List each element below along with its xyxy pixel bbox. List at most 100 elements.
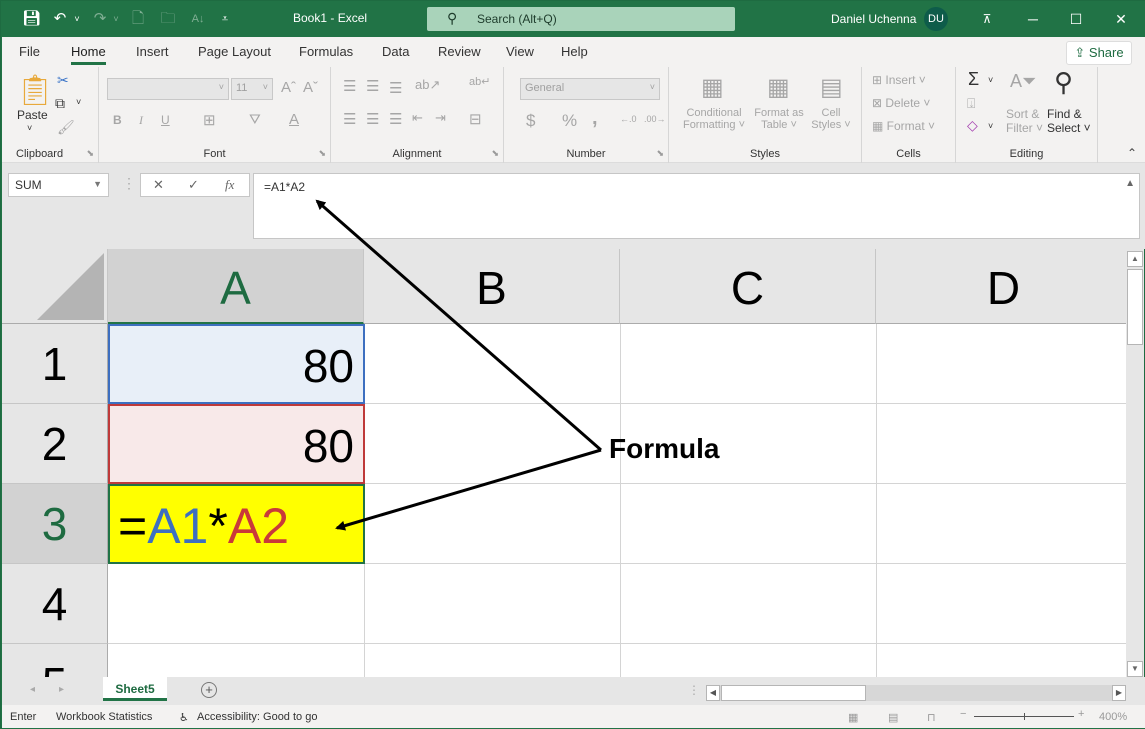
- tab-formulas[interactable]: Formulas: [299, 44, 353, 59]
- vertical-scrollbar[interactable]: ▲ ▼: [1126, 249, 1144, 677]
- font-launcher-icon[interactable]: ⬊: [318, 148, 326, 159]
- sort-filter-icon[interactable]: A⏷: [1010, 71, 1036, 92]
- zoom-level[interactable]: 400%: [1099, 711, 1127, 723]
- wrap-text-icon[interactable]: ab↵: [469, 75, 490, 88]
- cell-b4[interactable]: [365, 564, 621, 644]
- cell-a2[interactable]: 80: [108, 404, 365, 484]
- open-folder-icon[interactable]: 🗀︎: [159, 10, 177, 28]
- next-sheet-icon[interactable]: ▸: [59, 684, 64, 695]
- format-as-table-icon[interactable]: ▦: [767, 73, 790, 102]
- alignment-launcher-icon[interactable]: ⬊: [491, 148, 499, 159]
- zoom-slider[interactable]: [974, 713, 1074, 720]
- column-header-c[interactable]: C: [620, 249, 876, 324]
- cell-c1[interactable]: [621, 324, 877, 404]
- cell-b1[interactable]: [365, 324, 621, 404]
- paste-icon[interactable]: 📋︎: [16, 73, 54, 108]
- format-painter-icon[interactable]: 🖌︎: [57, 119, 75, 136]
- underline-button[interactable]: U: [161, 113, 170, 127]
- align-right-icon[interactable]: ☰: [389, 110, 402, 128]
- fill-icon[interactable]: ⍗: [967, 95, 975, 112]
- zoom-out-icon[interactable]: −: [960, 708, 966, 720]
- increase-font-icon[interactable]: Aˆ: [281, 79, 296, 96]
- cell-b2[interactable]: [365, 404, 621, 484]
- autosum-dropdown-icon[interactable]: ˅: [988, 75, 993, 85]
- bold-button[interactable]: B: [113, 113, 122, 127]
- autosum-button[interactable]: Σ: [968, 69, 979, 90]
- align-left-icon[interactable]: ☰: [343, 110, 356, 128]
- page-layout-view-icon[interactable]: ▤: [888, 711, 898, 724]
- cut-icon[interactable]: ✂: [57, 72, 69, 89]
- new-file-icon[interactable]: 🗋︎: [129, 10, 147, 28]
- row-header-3[interactable]: 3: [2, 484, 108, 564]
- cell-c3[interactable]: [621, 484, 877, 564]
- undo-dropdown-icon[interactable]: ˅: [68, 10, 86, 28]
- borders-icon[interactable]: ⊞: [203, 111, 216, 129]
- share-button[interactable]: ⇪ Share: [1066, 41, 1132, 65]
- delete-cells-button[interactable]: ⊠ Delete ˅: [872, 96, 930, 110]
- paste-label[interactable]: Paste: [17, 108, 48, 122]
- cell-styles-button[interactable]: Cell Styles ˅: [809, 107, 853, 131]
- scroll-up-icon[interactable]: ▲: [1127, 251, 1143, 267]
- tab-home[interactable]: Home: [71, 44, 106, 65]
- redo-dropdown-icon[interactable]: ˅: [107, 10, 125, 28]
- cell-b3[interactable]: [365, 484, 621, 564]
- cell-styles-icon[interactable]: ▤: [820, 73, 843, 102]
- resize-handle-icon[interactable]: ⋮: [122, 175, 136, 192]
- expand-formula-icon[interactable]: ▲: [1125, 178, 1135, 189]
- insert-function-icon[interactable]: fx: [225, 177, 234, 193]
- tab-page-layout[interactable]: Page Layout: [198, 44, 271, 59]
- currency-button[interactable]: $: [526, 111, 535, 131]
- orientation-icon[interactable]: ab↗: [415, 77, 440, 93]
- row-header-1[interactable]: 1: [2, 324, 108, 404]
- cell-d4[interactable]: [877, 564, 1126, 644]
- align-center-icon[interactable]: ☰: [366, 110, 379, 128]
- minimize-icon[interactable]: ─: [1023, 9, 1043, 29]
- find-select-icon[interactable]: ⚲: [1054, 67, 1073, 98]
- select-all-button[interactable]: [2, 249, 108, 324]
- increase-indent-icon[interactable]: ⇥: [435, 110, 446, 126]
- cell-a5[interactable]: [108, 644, 365, 677]
- font-name-combo[interactable]: ˅: [107, 78, 229, 100]
- format-cells-button[interactable]: ▦ Format ˅: [872, 119, 935, 133]
- number-format-combo[interactable]: General ˅: [520, 78, 660, 100]
- avatar[interactable]: DU: [924, 7, 948, 31]
- horizontal-scrollbar[interactable]: ◀ ▶: [706, 685, 1126, 701]
- horizontal-scroll-thumb[interactable]: [721, 685, 866, 701]
- align-middle-icon[interactable]: ☰: [366, 77, 379, 95]
- copy-dropdown-icon[interactable]: ˅: [76, 97, 81, 107]
- ribbon-display-icon[interactable]: ⊼: [977, 9, 997, 29]
- find-select-button[interactable]: Find & Select ˅: [1047, 107, 1091, 135]
- name-box[interactable]: SUM ▼: [8, 173, 109, 197]
- clear-dropdown-icon[interactable]: ˅: [988, 121, 993, 131]
- cell-d1[interactable]: [877, 324, 1126, 404]
- increase-decimal-icon[interactable]: ←.0: [620, 114, 637, 124]
- row-header-2[interactable]: 2: [2, 404, 108, 484]
- cell-a4[interactable]: [108, 564, 365, 644]
- copy-icon[interactable]: ⧉: [55, 95, 65, 112]
- cancel-icon[interactable]: ✕: [153, 177, 164, 193]
- sheet-tab-sheet5[interactable]: Sheet5: [103, 677, 167, 701]
- undo-icon[interactable]: ↶: [51, 10, 69, 28]
- tab-data[interactable]: Data: [382, 44, 409, 59]
- percent-button[interactable]: %: [562, 111, 577, 131]
- row-header-4[interactable]: 4: [2, 564, 108, 644]
- sort-filter-button[interactable]: Sort & Filter ˅: [1006, 107, 1043, 135]
- conditional-formatting-button[interactable]: Conditional Formatting ˅: [679, 107, 749, 131]
- italic-button[interactable]: I: [139, 113, 143, 128]
- user-name[interactable]: Daniel Uchenna: [831, 12, 916, 26]
- row-header-5[interactable]: 5: [2, 644, 108, 677]
- tab-insert[interactable]: Insert: [136, 44, 169, 59]
- align-bottom-icon[interactable]: ☰: [389, 79, 402, 97]
- normal-view-icon[interactable]: ▦: [848, 711, 858, 724]
- number-launcher-icon[interactable]: ⬊: [656, 148, 664, 159]
- clear-icon[interactable]: ◇: [967, 117, 978, 134]
- column-header-b[interactable]: B: [364, 249, 620, 324]
- scroll-right-icon[interactable]: ▶: [1112, 685, 1126, 701]
- decrease-indent-icon[interactable]: ⇤: [412, 110, 423, 126]
- cell-a1[interactable]: 80: [108, 324, 365, 404]
- cell-c5[interactable]: [621, 644, 877, 677]
- formula-input[interactable]: =A1*A2 ▲: [253, 173, 1140, 239]
- clipboard-launcher-icon[interactable]: ⬊: [86, 148, 94, 159]
- vertical-scroll-thumb[interactable]: [1127, 269, 1143, 345]
- accessibility-status[interactable]: Accessibility: Good to go: [197, 711, 317, 723]
